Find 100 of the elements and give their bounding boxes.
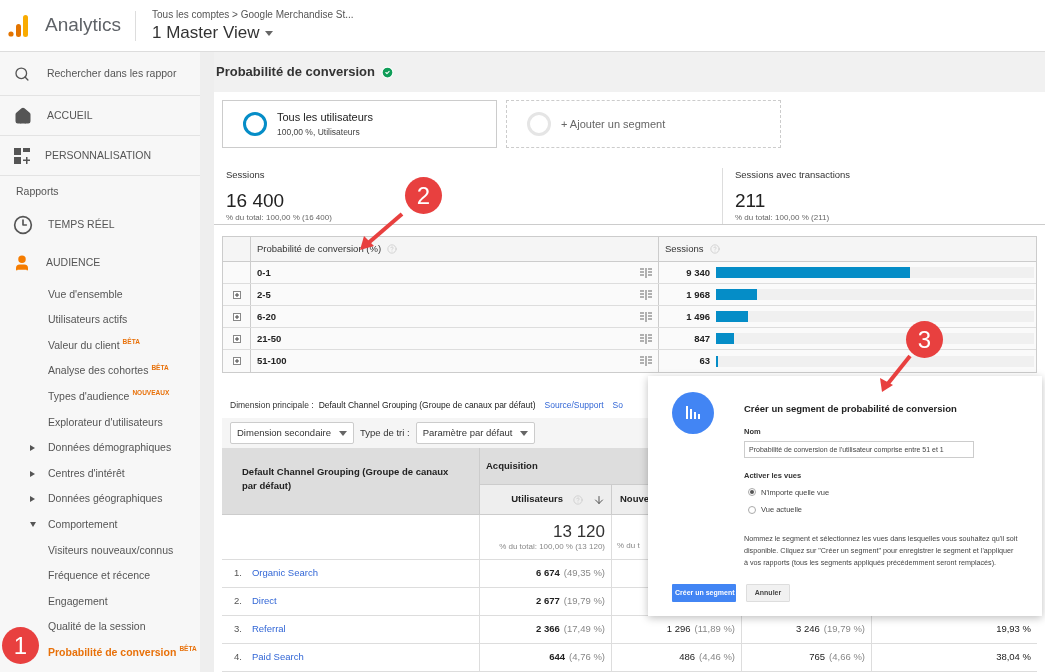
nav-link[interactable]: Explorateur d'utilisateurs: [48, 414, 163, 431]
search-field[interactable]: Rechercher dans les rappor: [46, 65, 186, 82]
table-cell: 19,93 %: [996, 622, 1031, 637]
channel-link[interactable]: Direct: [251, 594, 277, 609]
total-share: % du total: 100,00 % (13 120): [499, 540, 605, 553]
segment-title: Tous les utilisateurs: [277, 110, 373, 126]
table-cell: 1 296 (11,89 %): [666, 622, 735, 637]
nav-link[interactable]: Fréquence et récence: [48, 568, 151, 584]
pivot-icon[interactable]: [640, 356, 652, 367]
table-cell: 6 674 (49,35 %): [536, 566, 605, 581]
nav-link[interactable]: TEMPS RÉEL: [48, 216, 115, 233]
sort-label: Type de tri :: [360, 425, 410, 440]
help-icon: [709, 244, 720, 255]
add-segment-card[interactable]: + Ajouter un segment: [506, 100, 781, 148]
metric-value: 211: [735, 190, 766, 213]
column-header: Default Channel Grouping (Groupe de canaux par défaut): [242, 466, 449, 492]
row-number: 1.: [234, 566, 242, 581]
segment-card[interactable]: Tous les utilisateurs 100,00 %, Utilisateurs: [222, 100, 497, 148]
segment-title: + Ajouter un segment: [561, 116, 666, 132]
dashboard-plus-icon: [14, 147, 30, 164]
caret-icon: [265, 30, 274, 36]
nav-link[interactable]: Vue d'ensemble: [48, 286, 123, 303]
metric-value: 16 400: [226, 190, 285, 213]
section-heading: Rapports: [15, 184, 60, 199]
column-header: Sessions: [665, 242, 704, 257]
table-cell-text: 847: [693, 331, 711, 346]
row-number: 2.: [234, 594, 242, 609]
table-cell: 3 246 (19,79 %): [796, 622, 865, 637]
home-icon: [14, 106, 32, 125]
segment-subtitle: 100,00 %, Utilisateurs: [277, 125, 361, 139]
total-share: % du t: [617, 540, 640, 552]
table-cell-text: 1 496: [685, 309, 711, 324]
nav-link[interactable]: Types d'audience: [48, 389, 130, 405]
bar-chart-icon: [672, 392, 714, 434]
nav-link[interactable]: AUDIENCE: [46, 254, 101, 271]
row-number: 3.: [234, 622, 242, 637]
sort-arrow-icon: [593, 493, 605, 506]
channel-link[interactable]: Paid Search: [251, 650, 304, 665]
page-title: Probabilité de conversion: [216, 63, 375, 82]
table-cell: 2 366 (17,49 %): [536, 622, 605, 637]
breadcrumb[interactable]: Tous les comptes > Google Merchandise St...: [152, 7, 354, 22]
verified-icon: [380, 65, 394, 79]
nav-link[interactable]: ACCUEIL: [47, 107, 93, 124]
table-cell: 2 677 (19,79 %): [536, 594, 605, 609]
nav-link[interactable]: Centres d'intérêt: [48, 465, 125, 482]
row-number: 4.: [234, 650, 242, 665]
metric-label: Sessions avec transactions: [735, 168, 851, 182]
segment-ring-icon: [527, 112, 551, 136]
pivot-icon[interactable]: [640, 333, 652, 344]
nav-link[interactable]: Engagement: [48, 593, 108, 610]
annotation-arrow: [880, 354, 912, 392]
table-cell: 765 (4,66 %): [809, 650, 865, 665]
dimension-value: Default Channel Grouping (Groupe de canaux par défaut): [318, 399, 536, 412]
sort-dropdown[interactable]: Paramètre par défaut: [415, 422, 536, 444]
search-icon: [14, 65, 30, 82]
metric-label: Sessions: [226, 168, 265, 182]
column-group-header: Acquisition: [486, 458, 538, 473]
dimension-label: Dimension principale :: [230, 399, 314, 412]
column-header: Probabilité de conversion (%): [257, 242, 382, 257]
nav-link[interactable]: Analyse des cohortes: [48, 363, 149, 380]
help-icon: [387, 244, 398, 255]
column-header[interactable]: Nouve: [620, 492, 650, 507]
table-cell-text: 63: [698, 354, 711, 369]
pivot-icon[interactable]: [640, 289, 652, 300]
dimension-link[interactable]: Source/Support: [544, 399, 604, 412]
nav-link[interactable]: Données géographiques: [48, 491, 163, 508]
caret-icon: [339, 430, 347, 436]
expand-icon[interactable]: [232, 290, 241, 299]
nav-link[interactable]: PERSONNALISATION: [45, 147, 151, 164]
secondary-dimension-dropdown[interactable]: Dimension secondaire: [230, 422, 354, 444]
nav-link[interactable]: Utilisateurs actifs: [48, 312, 128, 328]
pivot-icon[interactable]: [640, 267, 652, 278]
total-value: 13 120: [553, 521, 605, 541]
table-cell-text: 9 340: [685, 265, 711, 280]
view-selector[interactable]: 1 Master View: [152, 22, 354, 44]
table-cell: 644 (4,76 %): [549, 650, 605, 665]
metric-total: % du total: 100,00 % (16 400): [226, 212, 332, 225]
segment-ring-icon: [243, 112, 267, 136]
nav-link[interactable]: Comportement: [48, 517, 118, 533]
channel-link[interactable]: Referral: [251, 622, 286, 637]
table-cell-text: 1 968: [685, 287, 711, 302]
analytics-logo-icon: [8, 14, 30, 37]
nav-link[interactable]: Qualité de la session: [48, 619, 146, 636]
expand-icon[interactable]: [232, 312, 241, 321]
nav-link[interactable]: Valeur du client: [48, 337, 120, 354]
expand-icon[interactable]: [232, 334, 241, 343]
table-cell: 6-20: [257, 309, 276, 324]
nav-link[interactable]: Visiteurs nouveaux/connus: [48, 542, 174, 559]
table-cell: 486 (4,46 %): [679, 650, 735, 665]
table-cell: 21-50: [257, 331, 282, 346]
pivot-icon[interactable]: [640, 311, 652, 322]
table-cell: 0-1: [257, 265, 271, 280]
channel-link[interactable]: Organic Search: [251, 566, 318, 581]
product-name: Analytics: [45, 13, 122, 38]
table-cell: 38,04 %: [996, 650, 1031, 665]
expand-icon[interactable]: [232, 357, 241, 366]
nav-link[interactable]: Données démographiques: [48, 440, 172, 456]
table-cell: 2-5: [257, 287, 271, 302]
column-header[interactable]: Utilisateurs: [511, 492, 563, 507]
dimension-link[interactable]: So: [612, 399, 623, 412]
